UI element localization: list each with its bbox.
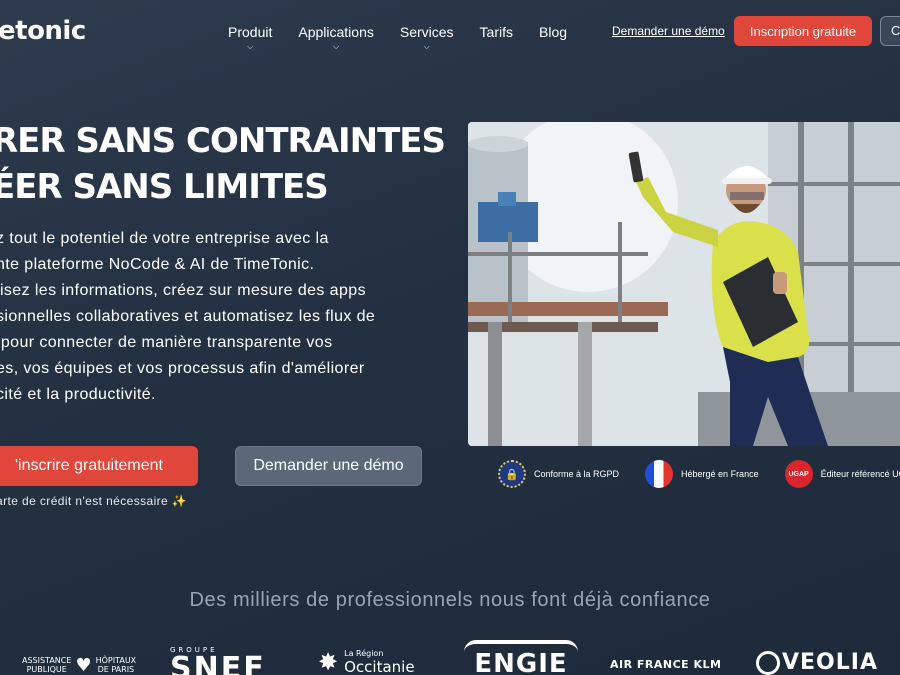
no-credit-card-note: arte de crédit n'est nécessaire ✨ bbox=[0, 494, 188, 508]
hero-title-line2: ÉER SANS LIMITES bbox=[0, 167, 329, 207]
trust-heading: Des milliers de professionnels nous font… bbox=[189, 589, 711, 611]
hero-description-line: z tout le potentiel de votre entreprise … bbox=[0, 230, 329, 247]
veolia-circle-icon bbox=[756, 650, 780, 675]
client-logo-aphp: ASSISTANCE PUBLIQUE ♥ HÔPITAUX DE PARIS bbox=[22, 656, 136, 674]
hero-description-line: lisez les informations, créez sur mesure… bbox=[0, 282, 366, 299]
hero-description-line: sionnelles collaboratives et automatisez… bbox=[0, 308, 376, 325]
trust-badges: 🔒 Conforme à la RGPD Hébergé en France U… bbox=[498, 460, 900, 488]
nav-produit-label: Produit bbox=[228, 24, 273, 40]
hero-title: RER SANS CONTRAINTES ÉER SANS LIMITES bbox=[0, 118, 446, 210]
aphp-line3: HÔPITAUX bbox=[95, 656, 137, 665]
industrial-worker-illustration bbox=[468, 122, 900, 446]
hero-description-line: pour connecter de manière transparente v… bbox=[0, 334, 333, 351]
badge-gdpr-label: Conforme à la RGPD bbox=[534, 469, 620, 479]
brand-logo[interactable]: etonic bbox=[0, 16, 86, 46]
hero-title-line1: RER SANS CONTRAINTES bbox=[0, 121, 446, 161]
client-logo-veolia: VEOLIA bbox=[756, 650, 878, 675]
hero-description-line: cité et la productivité. bbox=[0, 386, 156, 403]
nav-blog-label: Blog bbox=[539, 24, 568, 40]
aphp-line1: ASSISTANCE bbox=[22, 656, 72, 665]
nav-tarifs-label: Tarifs bbox=[479, 24, 513, 40]
request-demo-link[interactable]: Demander une démo bbox=[612, 24, 725, 38]
badge-ugap-label: Éditeur référencé UGA bbox=[820, 469, 900, 479]
france-flag-icon bbox=[645, 460, 674, 488]
aphp-line4: DE PARIS bbox=[97, 665, 135, 674]
chevron-down-icon: ⌵ bbox=[247, 42, 254, 51]
chevron-down-icon: ⌵ bbox=[423, 42, 430, 51]
nav-services[interactable]: Services ⌵ bbox=[400, 24, 454, 51]
badge-gdpr: 🔒 Conforme à la RGPD bbox=[498, 460, 619, 488]
login-button[interactable]: C bbox=[880, 16, 900, 46]
heart-icon: ♥ bbox=[75, 654, 92, 675]
occitanie-main: Occitanie bbox=[344, 657, 415, 675]
badge-france: Hébergé en France bbox=[645, 460, 759, 488]
main-nav: Produit ⌵ Applications ⌵ Services ⌵ Tari… bbox=[228, 24, 593, 51]
free-signup-button[interactable]: Inscription gratuite bbox=[734, 16, 872, 46]
snef-main: SNEF bbox=[170, 651, 266, 675]
signup-free-button[interactable]: 'inscrire gratuitement bbox=[0, 446, 198, 486]
hero-description: z tout le potentiel de votre entreprise … bbox=[0, 226, 442, 408]
chevron-down-icon: ⌵ bbox=[333, 42, 340, 51]
aphp-line2: PUBLIQUE bbox=[26, 665, 67, 674]
nav-tarifs[interactable]: Tarifs bbox=[480, 24, 513, 51]
nav-services-label: Services bbox=[399, 24, 454, 40]
hero-image bbox=[468, 122, 900, 446]
badge-ugap: UGAP Éditeur référencé UGA bbox=[784, 460, 900, 488]
veolia-main: VEOLIA bbox=[782, 650, 878, 675]
ugap-icon: UGAP bbox=[784, 460, 813, 488]
airfrance-main: AIR FRANCE KLM bbox=[610, 658, 722, 671]
badge-france-label: Hébergé en France bbox=[681, 469, 759, 479]
client-logo-snef: GROUPE SNEF bbox=[170, 646, 266, 675]
client-logo-occitanie: ✸ La Région Occitanie bbox=[318, 648, 415, 675]
hero-description-line: nte plateforme NoCode & AI de TimeTonic. bbox=[0, 256, 315, 273]
client-logos: ASSISTANCE PUBLIQUE ♥ HÔPITAUX DE PARIS … bbox=[0, 636, 900, 675]
occitanie-cross-icon: ✸ bbox=[318, 648, 339, 675]
eu-lock-icon: 🔒 bbox=[498, 460, 526, 488]
nav-blog[interactable]: Blog bbox=[539, 24, 567, 51]
nav-applications-label: Applications bbox=[298, 24, 374, 40]
client-logo-airfrance: AIR FRANCE KLM bbox=[610, 658, 722, 671]
engie-main: ENGIE bbox=[474, 649, 568, 675]
nav-applications[interactable]: Applications ⌵ bbox=[298, 24, 374, 51]
occitanie-top: La Région bbox=[344, 648, 384, 658]
hero-description-line: es, vos équipes et vos processus afin d'… bbox=[0, 360, 365, 377]
request-demo-button[interactable]: Demander une démo bbox=[235, 446, 422, 486]
client-logo-engie: ENGIE bbox=[464, 640, 578, 675]
nav-produit[interactable]: Produit ⌵ bbox=[228, 24, 272, 51]
